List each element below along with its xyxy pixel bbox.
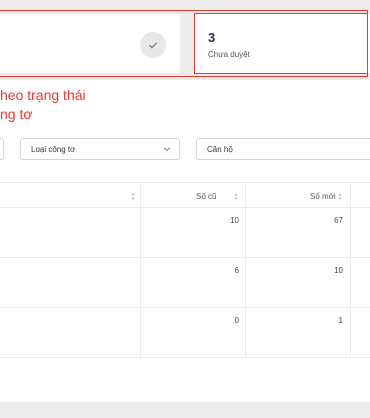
filter-left-edge[interactable] — [0, 138, 4, 160]
sort-icon[interactable] — [337, 192, 343, 201]
column-divider — [245, 183, 246, 209]
column-divider — [140, 183, 141, 209]
column-divider — [245, 258, 246, 308]
column-divider — [140, 258, 141, 308]
old-reading: 10 — [230, 216, 239, 225]
new-reading: 1 — [338, 316, 343, 325]
table-row[interactable]: 10 67 — [0, 208, 370, 258]
column-divider — [140, 208, 141, 258]
annotation-line-1: heo trạng thái — [0, 87, 86, 103]
column-divider — [350, 308, 351, 358]
stat-card-pending: 3 Chưa duyệt — [195, 14, 370, 73]
meter-type-select-label: Loại công tơ — [31, 144, 76, 154]
pending-count: 3 — [208, 30, 216, 45]
check-icon — [140, 32, 166, 58]
table-row[interactable]: 6 10 — [0, 258, 370, 308]
annotation-line-2: ng tơ — [0, 106, 33, 122]
new-reading: 10 — [334, 266, 343, 275]
sort-icon[interactable] — [130, 192, 136, 201]
chevron-down-icon — [163, 147, 171, 152]
column-divider — [350, 258, 351, 308]
apartment-select[interactable]: Căn hộ — [196, 138, 370, 160]
column-divider — [350, 183, 351, 209]
apartment-select-label: Căn hộ — [207, 144, 233, 154]
column-header-new[interactable]: Số mới — [310, 192, 336, 201]
column-header-old[interactable]: Số cũ — [196, 192, 216, 201]
old-reading: 6 — [234, 266, 239, 275]
table-row[interactable]: 0 1 — [0, 308, 370, 358]
table-header: Số cũ Số mới — [0, 182, 370, 209]
column-divider — [245, 308, 246, 358]
column-divider — [350, 208, 351, 258]
meter-type-select[interactable]: Loại công tơ — [20, 138, 180, 160]
stat-card-approved — [0, 14, 180, 73]
column-divider — [140, 308, 141, 358]
old-reading: 0 — [234, 316, 239, 325]
pending-label: Chưa duyệt — [208, 50, 250, 59]
sort-icon[interactable] — [233, 192, 239, 201]
main-panel: Loại công tơ Căn hộ Số cũ Số mới 10 67 6… — [0, 80, 370, 402]
new-reading: 67 — [334, 216, 343, 225]
column-divider — [245, 208, 246, 258]
